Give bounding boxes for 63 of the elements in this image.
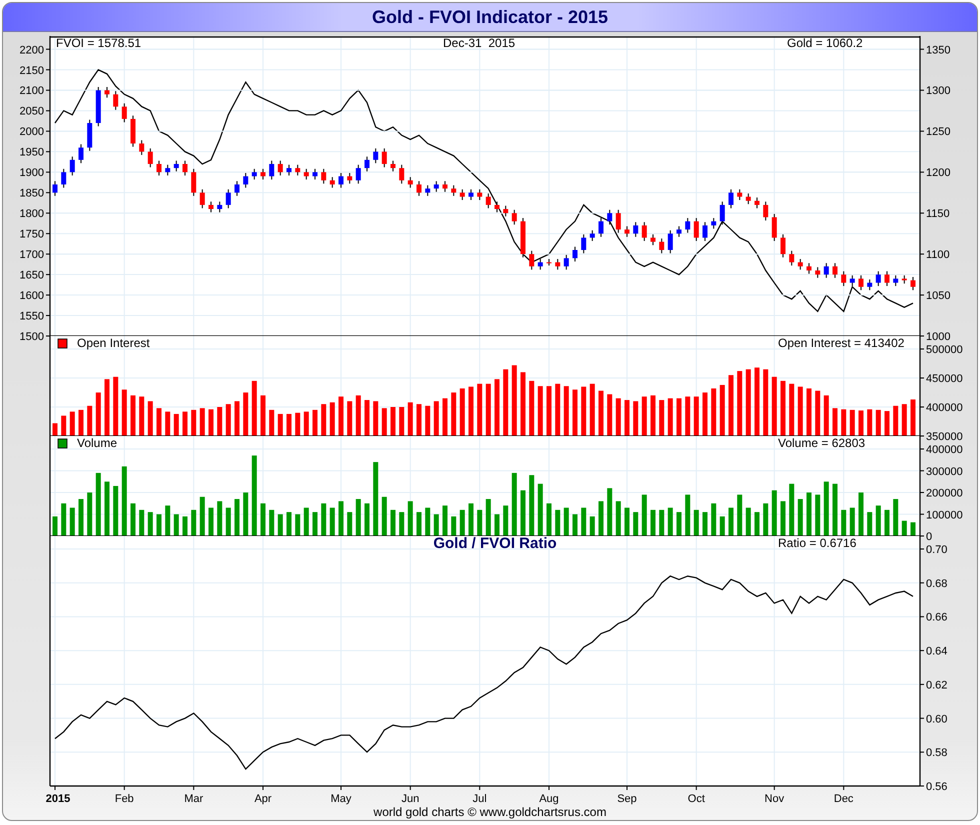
axis-label: 1750 bbox=[20, 228, 44, 241]
axis-label: Feb bbox=[114, 793, 134, 805]
axis-label: 0.62 bbox=[926, 679, 948, 692]
axis-label: 0.70 bbox=[926, 544, 948, 556]
axis-label: Mar bbox=[184, 793, 204, 805]
value-reading: Ratio = 0.6716 bbox=[778, 536, 856, 550]
axis-label: 0.60 bbox=[926, 713, 948, 726]
axis-label: 350000 bbox=[926, 431, 963, 443]
axis-label: 1800 bbox=[20, 208, 44, 220]
axis-label: 0.68 bbox=[926, 578, 948, 590]
axis-label: 0.56 bbox=[926, 781, 948, 793]
axis-label: Nov bbox=[764, 793, 784, 805]
value-reading: FVOI = 1578.51 bbox=[56, 36, 142, 50]
axis-label: 0.64 bbox=[926, 646, 948, 658]
axis-label: 1500 bbox=[20, 331, 44, 343]
axis-label: 2050 bbox=[20, 106, 44, 118]
axis-label: Dec bbox=[834, 793, 854, 805]
axis-label: 1050 bbox=[926, 290, 950, 302]
axis-label: 1950 bbox=[20, 146, 44, 159]
value-reading: Volume = 62803 bbox=[778, 436, 866, 450]
axis-label: 300000 bbox=[926, 466, 963, 478]
axis-label: 1000 bbox=[926, 331, 950, 343]
axis-label: 400000 bbox=[926, 444, 963, 456]
axis-label: 1300 bbox=[926, 85, 950, 98]
date-label: Dec-31 2015 bbox=[443, 36, 516, 50]
axis-label: 0.58 bbox=[926, 747, 948, 760]
panel-title: Gold / FVOI Ratio bbox=[433, 535, 557, 552]
axis-label: Aug bbox=[539, 793, 559, 805]
axis-label: 400000 bbox=[926, 402, 963, 414]
axis-label: 450000 bbox=[926, 373, 963, 385]
axis-label: 0 bbox=[926, 531, 932, 543]
axis-label: Oct bbox=[688, 793, 705, 805]
axis-label: Jul bbox=[472, 793, 487, 805]
axis-label: 200000 bbox=[926, 488, 963, 500]
copyright-text: world gold charts © www.goldchartsrus.com bbox=[372, 805, 608, 819]
legend-label: Open Interest bbox=[77, 336, 150, 350]
axis-label: Jun bbox=[401, 793, 420, 805]
axis-label: 100000 bbox=[926, 509, 963, 522]
axis-label: May bbox=[330, 793, 352, 805]
axis-label: Apr bbox=[254, 793, 272, 805]
axis-label: 1250 bbox=[926, 126, 950, 138]
axis-label: 1650 bbox=[20, 270, 44, 282]
chart-title: Gold - FVOI Indicator - 2015 bbox=[372, 6, 608, 28]
axis-label: Sep bbox=[617, 793, 637, 805]
axis-label: 2015 bbox=[46, 793, 70, 805]
axis-label: 1900 bbox=[20, 167, 44, 180]
axis-label: 2000 bbox=[20, 126, 44, 138]
axis-label: 1200 bbox=[926, 167, 950, 180]
axis-label: 1550 bbox=[20, 310, 44, 323]
axis-label: 1600 bbox=[20, 290, 44, 302]
axis-label: 2200 bbox=[20, 44, 44, 56]
axis-label: 1350 bbox=[926, 44, 950, 56]
value-reading: Open Interest = 413402 bbox=[778, 336, 904, 350]
axis-label: 2150 bbox=[20, 64, 44, 77]
axis-label: 500000 bbox=[926, 344, 963, 356]
axis-label: 1150 bbox=[926, 208, 950, 220]
legend-label: Volume bbox=[77, 436, 118, 450]
axis-label: 0.66 bbox=[926, 612, 948, 624]
axis-label: 1100 bbox=[926, 249, 950, 262]
axis-label: 2100 bbox=[20, 85, 44, 98]
value-reading: Gold = 1060.2 bbox=[787, 36, 863, 50]
axis-label: 1850 bbox=[20, 188, 44, 200]
axis-label: 1700 bbox=[20, 249, 44, 262]
